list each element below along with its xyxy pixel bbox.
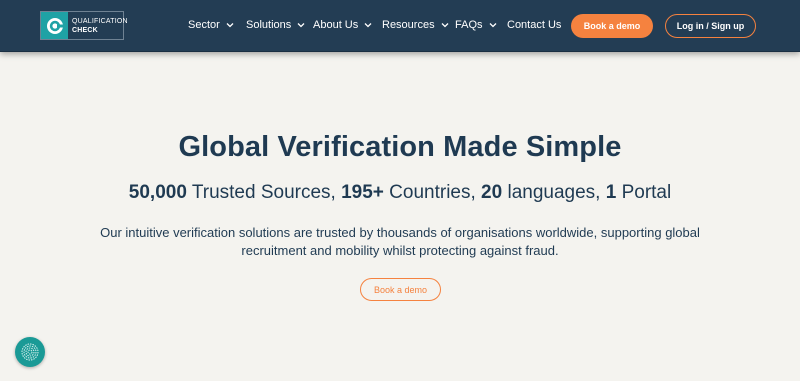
site-logo[interactable]: QUALIFICATION CHECK — [40, 11, 128, 40]
top-navbar: QUALIFICATION CHECK Sector Solutions Abo… — [0, 0, 800, 52]
nav-item-resources[interactable]: Resources — [382, 19, 449, 31]
book-demo-button[interactable]: Book a demo — [571, 14, 653, 38]
hero-title: Global Verification Made Simple — [178, 131, 622, 163]
stat-languages-value: 20 — [481, 182, 503, 203]
nav-item-sector[interactable]: Sector — [188, 19, 234, 31]
stat-portal-value: 1 — [605, 182, 617, 203]
chevron-down-icon — [226, 23, 234, 28]
hero-book-demo-button[interactable]: Book a demo — [360, 278, 441, 301]
fingerprint-icon — [21, 343, 39, 361]
nav-item-about-us[interactable]: About Us — [313, 19, 372, 31]
stat-countries-label: Countries, — [383, 182, 482, 203]
chevron-down-icon — [364, 23, 372, 28]
stat-sources-label: Trusted Sources, — [186, 182, 342, 203]
logo-line-2: CHECK — [72, 26, 98, 34]
logo-wordmark: QUALIFICATION CHECK — [68, 17, 128, 35]
nav-item-label: Contact Us — [507, 19, 562, 31]
hero-description: Our intuitive verification solutions are… — [100, 225, 700, 258]
stat-languages-label: languages, — [502, 182, 606, 203]
nav-item-label: FAQs — [455, 19, 483, 31]
hero-stats: 50,000 Trusted Sources, 195+ Countries, … — [0, 182, 800, 204]
chevron-down-icon — [441, 23, 449, 28]
nav-item-label: Resources — [382, 19, 435, 31]
nav-item-contact-us[interactable]: Contact Us — [507, 19, 561, 31]
logo-mark-icon — [41, 12, 68, 39]
nav-item-label: Solutions — [246, 19, 292, 31]
nav-item-solutions[interactable]: Solutions — [246, 19, 305, 31]
login-signup-button[interactable]: Log in / Sign up — [665, 14, 756, 38]
logo-line-1: QUALIFICATION — [72, 17, 128, 25]
stat-countries-value: 195+ — [341, 182, 384, 203]
chevron-down-icon — [489, 23, 496, 28]
nav-item-faqs[interactable]: FAQs — [455, 19, 497, 31]
chevron-down-icon — [297, 23, 305, 28]
nav-item-label: About Us — [313, 19, 359, 31]
fingerprint-widget-button[interactable] — [15, 337, 45, 367]
stat-portal-label: Portal — [616, 182, 672, 203]
nav-item-label: Sector — [188, 19, 220, 31]
stat-sources-value: 50,000 — [128, 182, 187, 203]
